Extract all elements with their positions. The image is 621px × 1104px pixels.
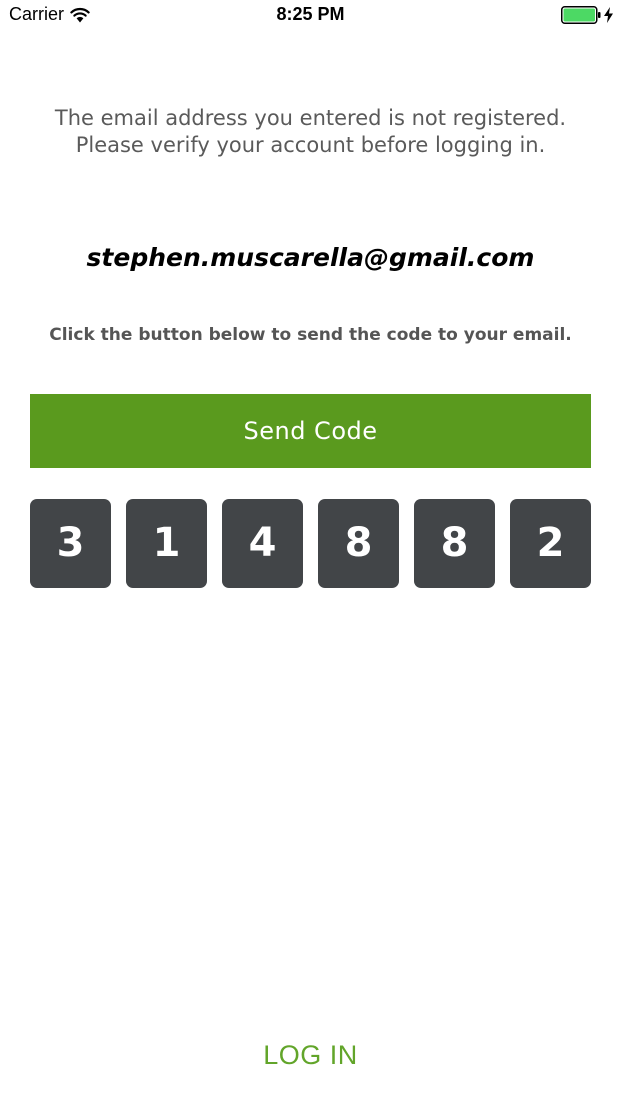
code-digit-1[interactable]: 3 xyxy=(30,499,111,588)
code-digit-2[interactable]: 1 xyxy=(126,499,207,588)
code-digit-3[interactable]: 4 xyxy=(222,499,303,588)
battery-group xyxy=(561,6,613,24)
battery-icon xyxy=(561,6,601,24)
charging-bolt-icon xyxy=(604,7,613,23)
status-bar: Carrier 8:25 PM xyxy=(0,0,621,32)
send-code-button[interactable]: Send Code xyxy=(30,394,591,468)
code-digit-6[interactable]: 2 xyxy=(510,499,591,588)
message-line-2: Please verify your account before loggin… xyxy=(75,133,546,157)
status-time: 8:25 PM xyxy=(276,4,345,24)
code-digit-4[interactable]: 8 xyxy=(318,499,399,588)
email-address: stephen.muscarella@gmail.com xyxy=(86,243,535,272)
not-registered-message: The email address you entered is not reg… xyxy=(30,105,591,159)
log-in-link[interactable]: LOG IN xyxy=(0,1040,621,1071)
message-line-1: The email address you entered is not reg… xyxy=(54,106,567,130)
code-digit-5[interactable]: 8 xyxy=(414,499,495,588)
verification-code: 3 1 4 8 8 2 xyxy=(30,499,591,588)
instruction-text: Click the button below to send the code … xyxy=(49,325,572,345)
